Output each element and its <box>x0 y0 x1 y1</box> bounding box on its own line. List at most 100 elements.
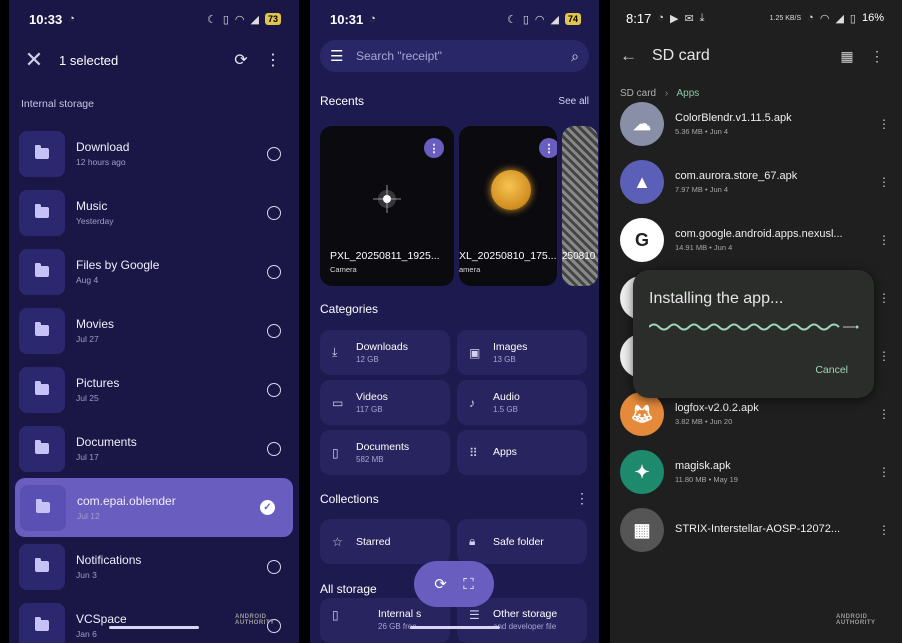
folder-date: Jan 6 <box>76 629 97 639</box>
apk-row[interactable]: ▲ com.aurora.store_67.apk 7.97 MB • Jun 4 ⋮ <box>610 153 902 211</box>
folder-row[interactable]: Documents Jul 17 <box>9 419 299 478</box>
app-bar: ← SD card ▦ ⋮ <box>610 36 902 76</box>
recent-card[interactable]: ⋮ PXL_20250811_1925... Camera <box>320 126 454 286</box>
status-time: 10:33 <box>29 11 63 27</box>
recents-header: Recents See all <box>310 94 599 108</box>
folder-row[interactable]: com.epai.oblender Jul 12 ✓ <box>15 478 293 537</box>
apk-name: com.aurora.store_67.apk <box>675 170 798 182</box>
more-vert-icon[interactable]: ⋮ <box>876 291 892 305</box>
select-radio[interactable] <box>267 205 281 220</box>
folder-icon-tile <box>19 307 65 354</box>
select-radio[interactable] <box>267 441 281 456</box>
recent-name: 250810 <box>562 251 596 262</box>
folder-icon-tile <box>19 543 65 590</box>
app-icon: G <box>620 218 664 262</box>
category-images[interactable]: ▣ Images 13 GB <box>457 330 587 375</box>
download-icon: ⤓ <box>332 345 338 359</box>
more-vert-icon[interactable]: ⋮ <box>876 407 892 421</box>
back-arrow-icon[interactable]: ← <box>620 46 650 66</box>
category-downloads[interactable]: ⤓ Downloads 12 GB <box>320 330 450 375</box>
category-audio[interactable]: ♪ Audio 1.5 GB <box>457 380 587 425</box>
folder-row[interactable]: Music Yesterday <box>9 183 299 242</box>
star-photo-thumbnail <box>373 185 401 213</box>
see-all-link[interactable]: See all <box>558 96 589 107</box>
category-apps[interactable]: ⠿ Apps <box>457 430 587 475</box>
folder-name: Files by Google <box>76 258 160 272</box>
more-vert-icon[interactable]: ⋮ <box>876 175 892 189</box>
checkmark-icon[interactable]: ✓ <box>260 500 275 515</box>
more-vert-icon[interactable]: ⋮ <box>575 490 589 507</box>
sync-icon[interactable]: ⟳ <box>434 575 447 593</box>
folder-icon <box>35 204 49 218</box>
apk-name: STRIX-Interstellar-AOSP-12072... <box>675 522 841 535</box>
folder-row[interactable]: Download 12 hours ago <box>9 124 299 183</box>
folder-text: com.epai.oblender Jul 12 <box>66 494 260 521</box>
select-radio[interactable] <box>267 559 281 574</box>
folder-row[interactable]: Notifications Jun 3 <box>9 537 299 596</box>
collection-safe-folder[interactable]: 🔒︎ Safe folder <box>457 519 587 564</box>
select-radio[interactable] <box>267 264 281 279</box>
folder-row[interactable]: Files by Google Aug 4 <box>9 242 299 301</box>
category-documents[interactable]: ▯ Documents 582 MB <box>320 430 450 475</box>
more-vert-icon[interactable]: ⋮ <box>424 138 444 158</box>
folder-name: Download <box>76 140 130 154</box>
more-vert-icon[interactable]: ⋮ <box>876 523 892 537</box>
recent-card[interactable]: ⋮ XL_20250810_175... amera <box>459 126 557 286</box>
select-radio[interactable] <box>267 146 281 161</box>
folder-icon-tile <box>19 189 65 236</box>
folder-row[interactable]: Pictures Jul 25 <box>9 360 299 419</box>
more-vert-icon[interactable]: ⋮ <box>539 138 557 158</box>
app-icon: ✦ <box>620 450 664 494</box>
vibrate-icon: ▯ <box>222 13 229 26</box>
category-label: Images <box>493 341 528 353</box>
watermark: ANDROID AUTHORITY <box>836 614 876 626</box>
menu-icon[interactable]: ☰ <box>330 47 356 65</box>
select-radio[interactable] <box>267 323 281 338</box>
apk-name: logfox-v2.0.2.apk <box>675 402 759 414</box>
apk-row[interactable]: ☁ ColorBlendr.v1.11.5.apk 5.36 MB • Jun 4 ⋮ <box>610 95 902 153</box>
folder-icon-tile <box>19 248 65 295</box>
categories-title: Categories <box>320 302 379 316</box>
move-icon[interactable]: ⟳ <box>225 50 257 70</box>
folder-icon-tile <box>19 130 65 177</box>
folder-icon-tile <box>19 425 65 472</box>
collections-row: ☆ Starred 🔒︎ Safe folder <box>310 519 599 564</box>
apk-row[interactable]: ✦ magisk.apk 11.80 MB • May 19 ⋮ <box>610 443 902 501</box>
folder-icon <box>35 145 49 159</box>
apk-row[interactable]: ▦ STRIX-Interstellar-AOSP-12072... ⋮ <box>610 501 902 559</box>
close-icon[interactable]: ✕ <box>19 47 49 73</box>
apk-row[interactable]: Gcom.google.android.apps.nexusl... 14.91 … <box>610 211 902 269</box>
grid-view-icon[interactable]: ▦ <box>832 48 862 65</box>
recents-carousel: ⋮ PXL_20250811_1925... Camera ⋮ XL_20250… <box>310 126 599 286</box>
folder-date: Jul 17 <box>76 452 99 462</box>
scan-icon[interactable]: ⛶ <box>463 576 474 593</box>
battery-percent: 16% <box>861 12 884 24</box>
folder-name: Documents <box>76 435 137 449</box>
folder-row[interactable]: Movies Jul 27 <box>9 301 299 360</box>
search-bar[interactable]: ☰ Search "receipt" ⌕ <box>320 40 589 72</box>
list-icon: ☰ <box>469 608 480 622</box>
more-vert-icon[interactable]: ⋮ <box>876 233 892 247</box>
phone-files-home: 10:31 ◔ ☾ ▯ ◠ ◢ 74 ☰ Search "receipt" ⌕ … <box>310 0 599 643</box>
collection-starred[interactable]: ☆ Starred <box>320 519 450 564</box>
search-placeholder[interactable]: Search "receipt" <box>356 49 571 63</box>
more-vert-icon[interactable]: ⋮ <box>257 50 289 70</box>
all-storage-title: All storage <box>320 582 377 596</box>
select-radio[interactable] <box>267 382 281 397</box>
recent-card[interactable]: 250810 <box>562 126 598 286</box>
apk-meta: 11.80 MB • May 19 <box>675 475 738 484</box>
apk-name: ColorBlendr.v1.11.5.apk <box>675 112 792 124</box>
progress-wave <box>648 323 859 331</box>
more-vert-icon[interactable]: ⋮ <box>862 48 892 65</box>
app-icon: ▲ <box>620 160 664 204</box>
phone-sd-card: 8:17 ◔ ▶ ✉ ⤓ 1.25 KB/S ◔ ◠ ◢ ▯ 16% ← SD … <box>610 0 902 643</box>
more-vert-icon[interactable]: ⋮ <box>876 465 892 479</box>
cancel-button[interactable]: Cancel <box>815 364 848 376</box>
search-icon[interactable]: ⌕ <box>571 48 579 65</box>
more-vert-icon[interactable]: ⋮ <box>876 349 892 363</box>
dialog-title: Installing the app... <box>649 290 784 307</box>
category-videos[interactable]: ▭ Videos 117 GB <box>320 380 450 425</box>
more-vert-icon[interactable]: ⋮ <box>876 117 892 131</box>
status-time: 8:17 <box>626 10 652 26</box>
moon-icon: ☾ <box>206 13 217 26</box>
